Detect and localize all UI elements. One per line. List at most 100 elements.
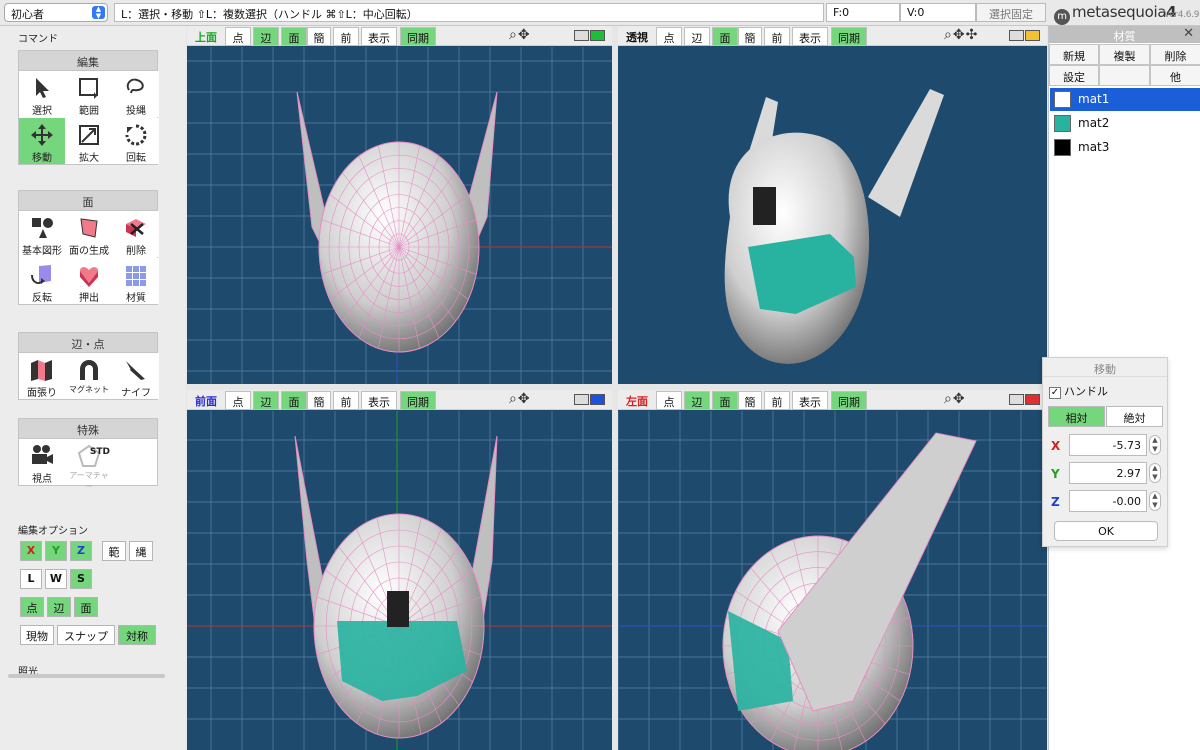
- viewport-vertex-button[interactable]: 点: [225, 27, 251, 46]
- range-toggle[interactable]: 範: [102, 541, 126, 561]
- monitor-icon[interactable]: [1009, 394, 1043, 406]
- monitor-icon[interactable]: [1009, 30, 1043, 42]
- tool-stretch-button[interactable]: 面張り: [19, 353, 65, 399]
- delete-material-button[interactable]: 削除: [1150, 44, 1200, 65]
- tool-armature-button[interactable]: STD アーマチャー: [66, 439, 112, 491]
- viewport-persp[interactable]: 透視点辺面簡前表示 同期 ⌕✥✣: [618, 26, 1047, 384]
- viewport-edge-button[interactable]: 辺: [253, 27, 279, 46]
- viewport-edge-button[interactable]: 辺: [684, 391, 710, 410]
- viewport-face-button[interactable]: 面: [712, 27, 738, 46]
- viewport-simple-button[interactable]: 簡: [738, 391, 762, 410]
- viewport-simple-button[interactable]: 簡: [307, 27, 331, 46]
- viewport-front-button[interactable]: 前: [764, 27, 790, 46]
- zoom-pan-icon[interactable]: ⌕✥: [944, 391, 966, 407]
- axis-y-toggle[interactable]: Y: [45, 541, 67, 561]
- tool-lasso-button[interactable]: 投縄: [113, 71, 159, 117]
- viewport-left[interactable]: 左面点辺面簡前表示 同期 ⌕✥: [618, 390, 1047, 750]
- viewport-front[interactable]: 前面点辺面簡前表示 同期 ⌕✥: [187, 390, 612, 750]
- selection-lock-button[interactable]: 選択固定: [976, 3, 1046, 22]
- tool-move-button[interactable]: 移動: [19, 118, 65, 164]
- viewport-canvas[interactable]: [187, 411, 612, 750]
- material-settings-button[interactable]: 設定: [1049, 65, 1099, 86]
- tool-rotate-button[interactable]: 回転: [113, 118, 159, 164]
- tool-cursor-button[interactable]: 選択: [19, 71, 65, 117]
- axis-z-toggle[interactable]: Z: [70, 541, 92, 561]
- material-item[interactable]: mat1: [1050, 88, 1200, 111]
- viewport-sync-button[interactable]: 同期: [400, 391, 436, 410]
- edit-options-label: 編集オプション: [18, 526, 88, 537]
- material-other-button[interactable]: 他: [1150, 65, 1200, 86]
- viewport-simple-button[interactable]: 簡: [738, 27, 762, 46]
- viewport-canvas[interactable]: [618, 47, 1047, 384]
- axis-x-toggle[interactable]: X: [20, 541, 42, 561]
- space-world-toggle[interactable]: W: [45, 569, 67, 589]
- z-value-input[interactable]: -0.00: [1069, 490, 1147, 512]
- viewport-edge-button[interactable]: 辺: [253, 391, 279, 410]
- mode-select[interactable]: 初心者 ▲ ▼: [4, 3, 108, 22]
- face-toggle[interactable]: 面: [74, 597, 98, 617]
- tool-material-button[interactable]: 材質: [113, 258, 159, 304]
- viewport-front-button[interactable]: 前: [333, 391, 359, 410]
- z-stepper[interactable]: ▲ ▼: [1149, 491, 1161, 511]
- viewport-canvas[interactable]: [187, 47, 612, 384]
- snap-toggle[interactable]: スナップ: [57, 625, 115, 645]
- move-dialog-title: 移動: [1043, 358, 1167, 377]
- viewport-face-button[interactable]: 面: [281, 27, 307, 46]
- close-icon[interactable]: ✕: [1183, 26, 1194, 41]
- tool-rect-select-button[interactable]: 範囲: [66, 71, 112, 117]
- vertex-toggle[interactable]: 点: [20, 597, 44, 617]
- y-value-input[interactable]: 2.97: [1069, 462, 1147, 484]
- absolute-toggle[interactable]: 絶対: [1106, 406, 1163, 427]
- monitor-icon[interactable]: [574, 30, 608, 42]
- viewport-front-button[interactable]: 前: [333, 27, 359, 46]
- viewport-face-button[interactable]: 面: [712, 391, 738, 410]
- symmetry-toggle[interactable]: 対称: [118, 625, 156, 645]
- tool-knife-button[interactable]: ナイフ: [113, 353, 159, 399]
- x-value-input[interactable]: -5.73: [1069, 434, 1147, 456]
- viewport-vertex-button[interactable]: 点: [656, 27, 682, 46]
- viewport-simple-button[interactable]: 簡: [307, 391, 331, 410]
- viewport-top[interactable]: 上面点辺面簡前表示 同期 ⌕✥: [187, 26, 612, 384]
- monitor-icon[interactable]: [574, 394, 608, 406]
- viewport-edge-button[interactable]: 辺: [684, 27, 710, 46]
- tool-flip-button[interactable]: 反転: [19, 258, 65, 304]
- tool-magnet-button[interactable]: マグネット: [66, 353, 112, 399]
- x-stepper[interactable]: ▲ ▼: [1149, 435, 1161, 455]
- current-object-toggle[interactable]: 現物: [20, 625, 54, 645]
- viewport-display-button[interactable]: 表示: [361, 391, 397, 410]
- lasso-toggle[interactable]: 縄: [129, 541, 153, 561]
- viewport-scene: [187, 411, 612, 750]
- tool-delete-button[interactable]: 削除: [113, 211, 159, 257]
- copy-material-button[interactable]: 複製: [1099, 44, 1150, 65]
- viewport-front-button[interactable]: 前: [764, 391, 790, 410]
- tool-extrude-button[interactable]: 押出: [66, 258, 112, 304]
- tool-create-face-button[interactable]: 面の生成: [66, 211, 112, 257]
- zoom-pan-icon[interactable]: ⌕✥✣: [944, 27, 978, 43]
- material-item[interactable]: mat3: [1050, 136, 1200, 159]
- tool-primitive-button[interactable]: 基本図形: [19, 211, 65, 257]
- viewport-face-button[interactable]: 面: [281, 391, 307, 410]
- viewport-sync-button[interactable]: 同期: [400, 27, 436, 46]
- zoom-pan-icon[interactable]: ⌕✥: [509, 391, 531, 407]
- edge-toggle[interactable]: 辺: [47, 597, 71, 617]
- space-local-toggle[interactable]: L: [20, 569, 42, 589]
- viewport-vertex-button[interactable]: 点: [225, 391, 251, 410]
- y-stepper[interactable]: ▲ ▼: [1149, 463, 1161, 483]
- viewport-display-button[interactable]: 表示: [792, 27, 828, 46]
- viewport-sync-button[interactable]: 同期: [831, 391, 867, 410]
- viewport-display-button[interactable]: 表示: [361, 27, 397, 46]
- tool-camera-button[interactable]: 視点: [19, 439, 65, 485]
- material-item[interactable]: mat2: [1050, 112, 1200, 135]
- ok-button[interactable]: OK: [1054, 521, 1158, 541]
- viewport-sync-button[interactable]: 同期: [831, 27, 867, 46]
- zoom-pan-icon[interactable]: ⌕✥: [509, 27, 531, 43]
- relative-toggle[interactable]: 相対: [1048, 406, 1105, 427]
- handle-checkbox[interactable]: ✓ ハンドル: [1049, 383, 1108, 399]
- viewport-vertex-button[interactable]: 点: [656, 391, 682, 410]
- tool-scale-button[interactable]: 拡大: [66, 118, 112, 164]
- viewport-canvas[interactable]: [618, 411, 1047, 750]
- lighting-slider[interactable]: [8, 674, 165, 678]
- viewport-display-button[interactable]: 表示: [792, 391, 828, 410]
- new-material-button[interactable]: 新規: [1049, 44, 1099, 65]
- space-screen-toggle[interactable]: S: [70, 569, 92, 589]
